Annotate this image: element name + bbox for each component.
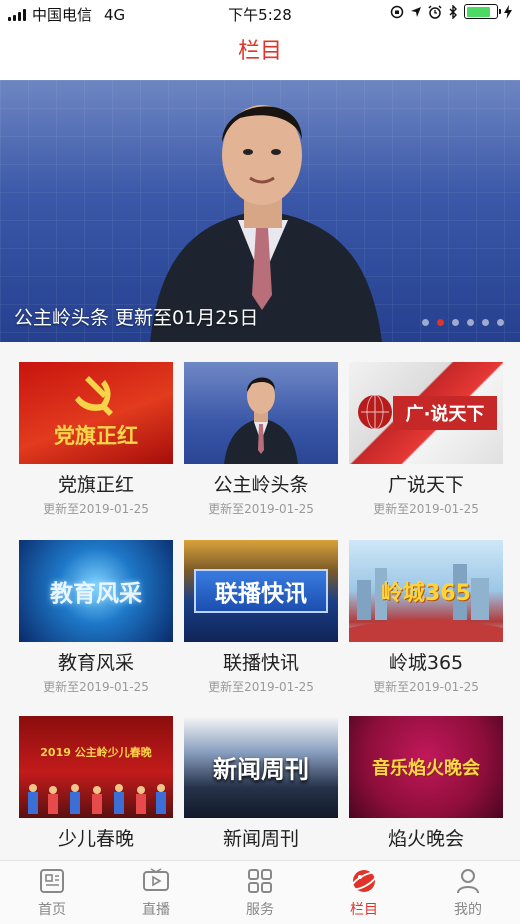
program-date: 更新至2019-01-25 bbox=[373, 680, 479, 694]
program-thumbnail: 联播快讯 bbox=[184, 540, 338, 642]
program-card[interactable]: 音乐焰火晚会 焰火晚会 bbox=[349, 716, 503, 850]
program-card[interactable]: 新闻周刊 新闻周刊 bbox=[184, 716, 338, 850]
banner-caption: 公主岭头条 更新至01月25日 bbox=[14, 307, 259, 329]
thumb-text: 音乐焰火晚会 bbox=[372, 758, 480, 779]
performers-image bbox=[28, 784, 166, 814]
program-title: 岭城365 bbox=[388, 652, 464, 674]
party-emblem-icon bbox=[75, 376, 113, 416]
tab-label: 首页 bbox=[38, 902, 66, 918]
program-thumbnail: 党旗正红 bbox=[19, 362, 173, 464]
tab-label: 服务 bbox=[246, 902, 274, 918]
live-tv-icon bbox=[143, 868, 169, 891]
thumb-text: 联播快讯 bbox=[194, 569, 328, 613]
charging-icon bbox=[504, 4, 512, 19]
carousel-dot-active[interactable] bbox=[437, 319, 444, 326]
column-planet-icon bbox=[350, 870, 378, 892]
thumb-text: 党旗正红 bbox=[54, 424, 138, 448]
program-thumbnail: 广·说天下 bbox=[349, 362, 503, 464]
tab-columns[interactable]: 栏目 bbox=[312, 861, 416, 924]
program-title: 焰火晚会 bbox=[387, 828, 464, 850]
tab-label: 栏目 bbox=[350, 902, 378, 918]
program-thumbnail: 音乐焰火晚会 bbox=[349, 716, 503, 818]
program-card[interactable]: 党旗正红 党旗正红 更新至2019-01-25 bbox=[19, 362, 173, 517]
page-title: 栏目 bbox=[237, 39, 282, 64]
program-date: 更新至2019-01-25 bbox=[43, 502, 149, 516]
thumb-text: 岭城365 bbox=[381, 581, 471, 606]
thumb-text: 2019 公主岭少儿春晚 bbox=[40, 746, 152, 759]
tab-label: 我的 bbox=[454, 902, 482, 918]
program-thumbnail: 岭城365 bbox=[349, 540, 503, 642]
location-icon bbox=[411, 6, 421, 17]
program-thumbnail: 2019 公主岭少儿春晚 bbox=[19, 716, 173, 818]
program-card[interactable]: 2019 公主岭少儿春晚 少儿春晚 bbox=[19, 716, 173, 850]
program-title: 公主岭头条 bbox=[213, 474, 309, 496]
banner-carousel[interactable]: 公主岭头条 更新至01月25日 bbox=[0, 80, 520, 342]
thumb-text: 新闻周刊 bbox=[213, 755, 309, 784]
carousel-dots bbox=[422, 319, 504, 326]
thumb-text: 教育风采 bbox=[50, 581, 142, 607]
program-title: 联播快讯 bbox=[222, 652, 299, 674]
tab-live[interactable]: 直播 bbox=[104, 861, 208, 924]
status-bar: 中国电信 4G 下午5:28 bbox=[0, 0, 520, 26]
alarm-icon bbox=[428, 4, 442, 19]
program-title: 教育风采 bbox=[57, 652, 134, 674]
carousel-dot[interactable] bbox=[497, 319, 504, 326]
carousel-dot[interactable] bbox=[452, 319, 459, 326]
carousel-dot[interactable] bbox=[422, 319, 429, 326]
program-date: 更新至2019-01-25 bbox=[208, 680, 314, 694]
anchor-image bbox=[224, 377, 298, 464]
carousel-dot[interactable] bbox=[467, 319, 474, 326]
program-date: 更新至2019-01-25 bbox=[43, 680, 149, 694]
program-card[interactable]: 岭城365 岭城365 更新至2019-01-25 bbox=[349, 540, 503, 695]
program-card[interactable]: 公主岭头条 更新至2019-01-25 bbox=[184, 362, 338, 517]
rotation-lock-icon bbox=[390, 5, 404, 18]
tab-services[interactable]: 服务 bbox=[208, 861, 312, 924]
bluetooth-icon bbox=[449, 4, 457, 19]
news-icon bbox=[40, 869, 64, 893]
tab-label: 直播 bbox=[142, 902, 170, 918]
bottom-tab-bar: 首页 直播 服务 栏目 我的 bbox=[0, 860, 520, 924]
tab-profile[interactable]: 我的 bbox=[416, 861, 520, 924]
battery-icon bbox=[464, 4, 501, 19]
status-right bbox=[390, 4, 512, 19]
globe-icon bbox=[358, 394, 392, 430]
program-date: 更新至2019-01-25 bbox=[208, 502, 314, 516]
program-card[interactable]: 广·说天下 广说天下 更新至2019-01-25 bbox=[349, 362, 503, 517]
grid-icon bbox=[248, 869, 272, 893]
program-card[interactable]: 教育风采 教育风采 更新至2019-01-25 bbox=[19, 540, 173, 695]
program-title: 广说天下 bbox=[387, 474, 464, 496]
tab-home[interactable]: 首页 bbox=[0, 861, 104, 924]
thumb-text: 广·说天下 bbox=[393, 396, 497, 430]
program-title: 少儿春晚 bbox=[57, 828, 134, 850]
user-icon bbox=[457, 869, 479, 894]
program-card[interactable]: 联播快讯 联播快讯 更新至2019-01-25 bbox=[184, 540, 338, 695]
program-title: 新闻周刊 bbox=[222, 828, 299, 850]
carousel-dot[interactable] bbox=[482, 319, 489, 326]
program-title: 党旗正红 bbox=[57, 474, 134, 496]
program-thumbnail: 新闻周刊 bbox=[184, 716, 338, 818]
program-grid: 党旗正红 党旗正红 更新至2019-01-25 公主岭头条 更新至2019-01… bbox=[0, 342, 520, 860]
program-thumbnail: 教育风采 bbox=[19, 540, 173, 642]
program-date: 更新至2019-01-25 bbox=[373, 502, 479, 516]
program-thumbnail bbox=[184, 362, 338, 464]
